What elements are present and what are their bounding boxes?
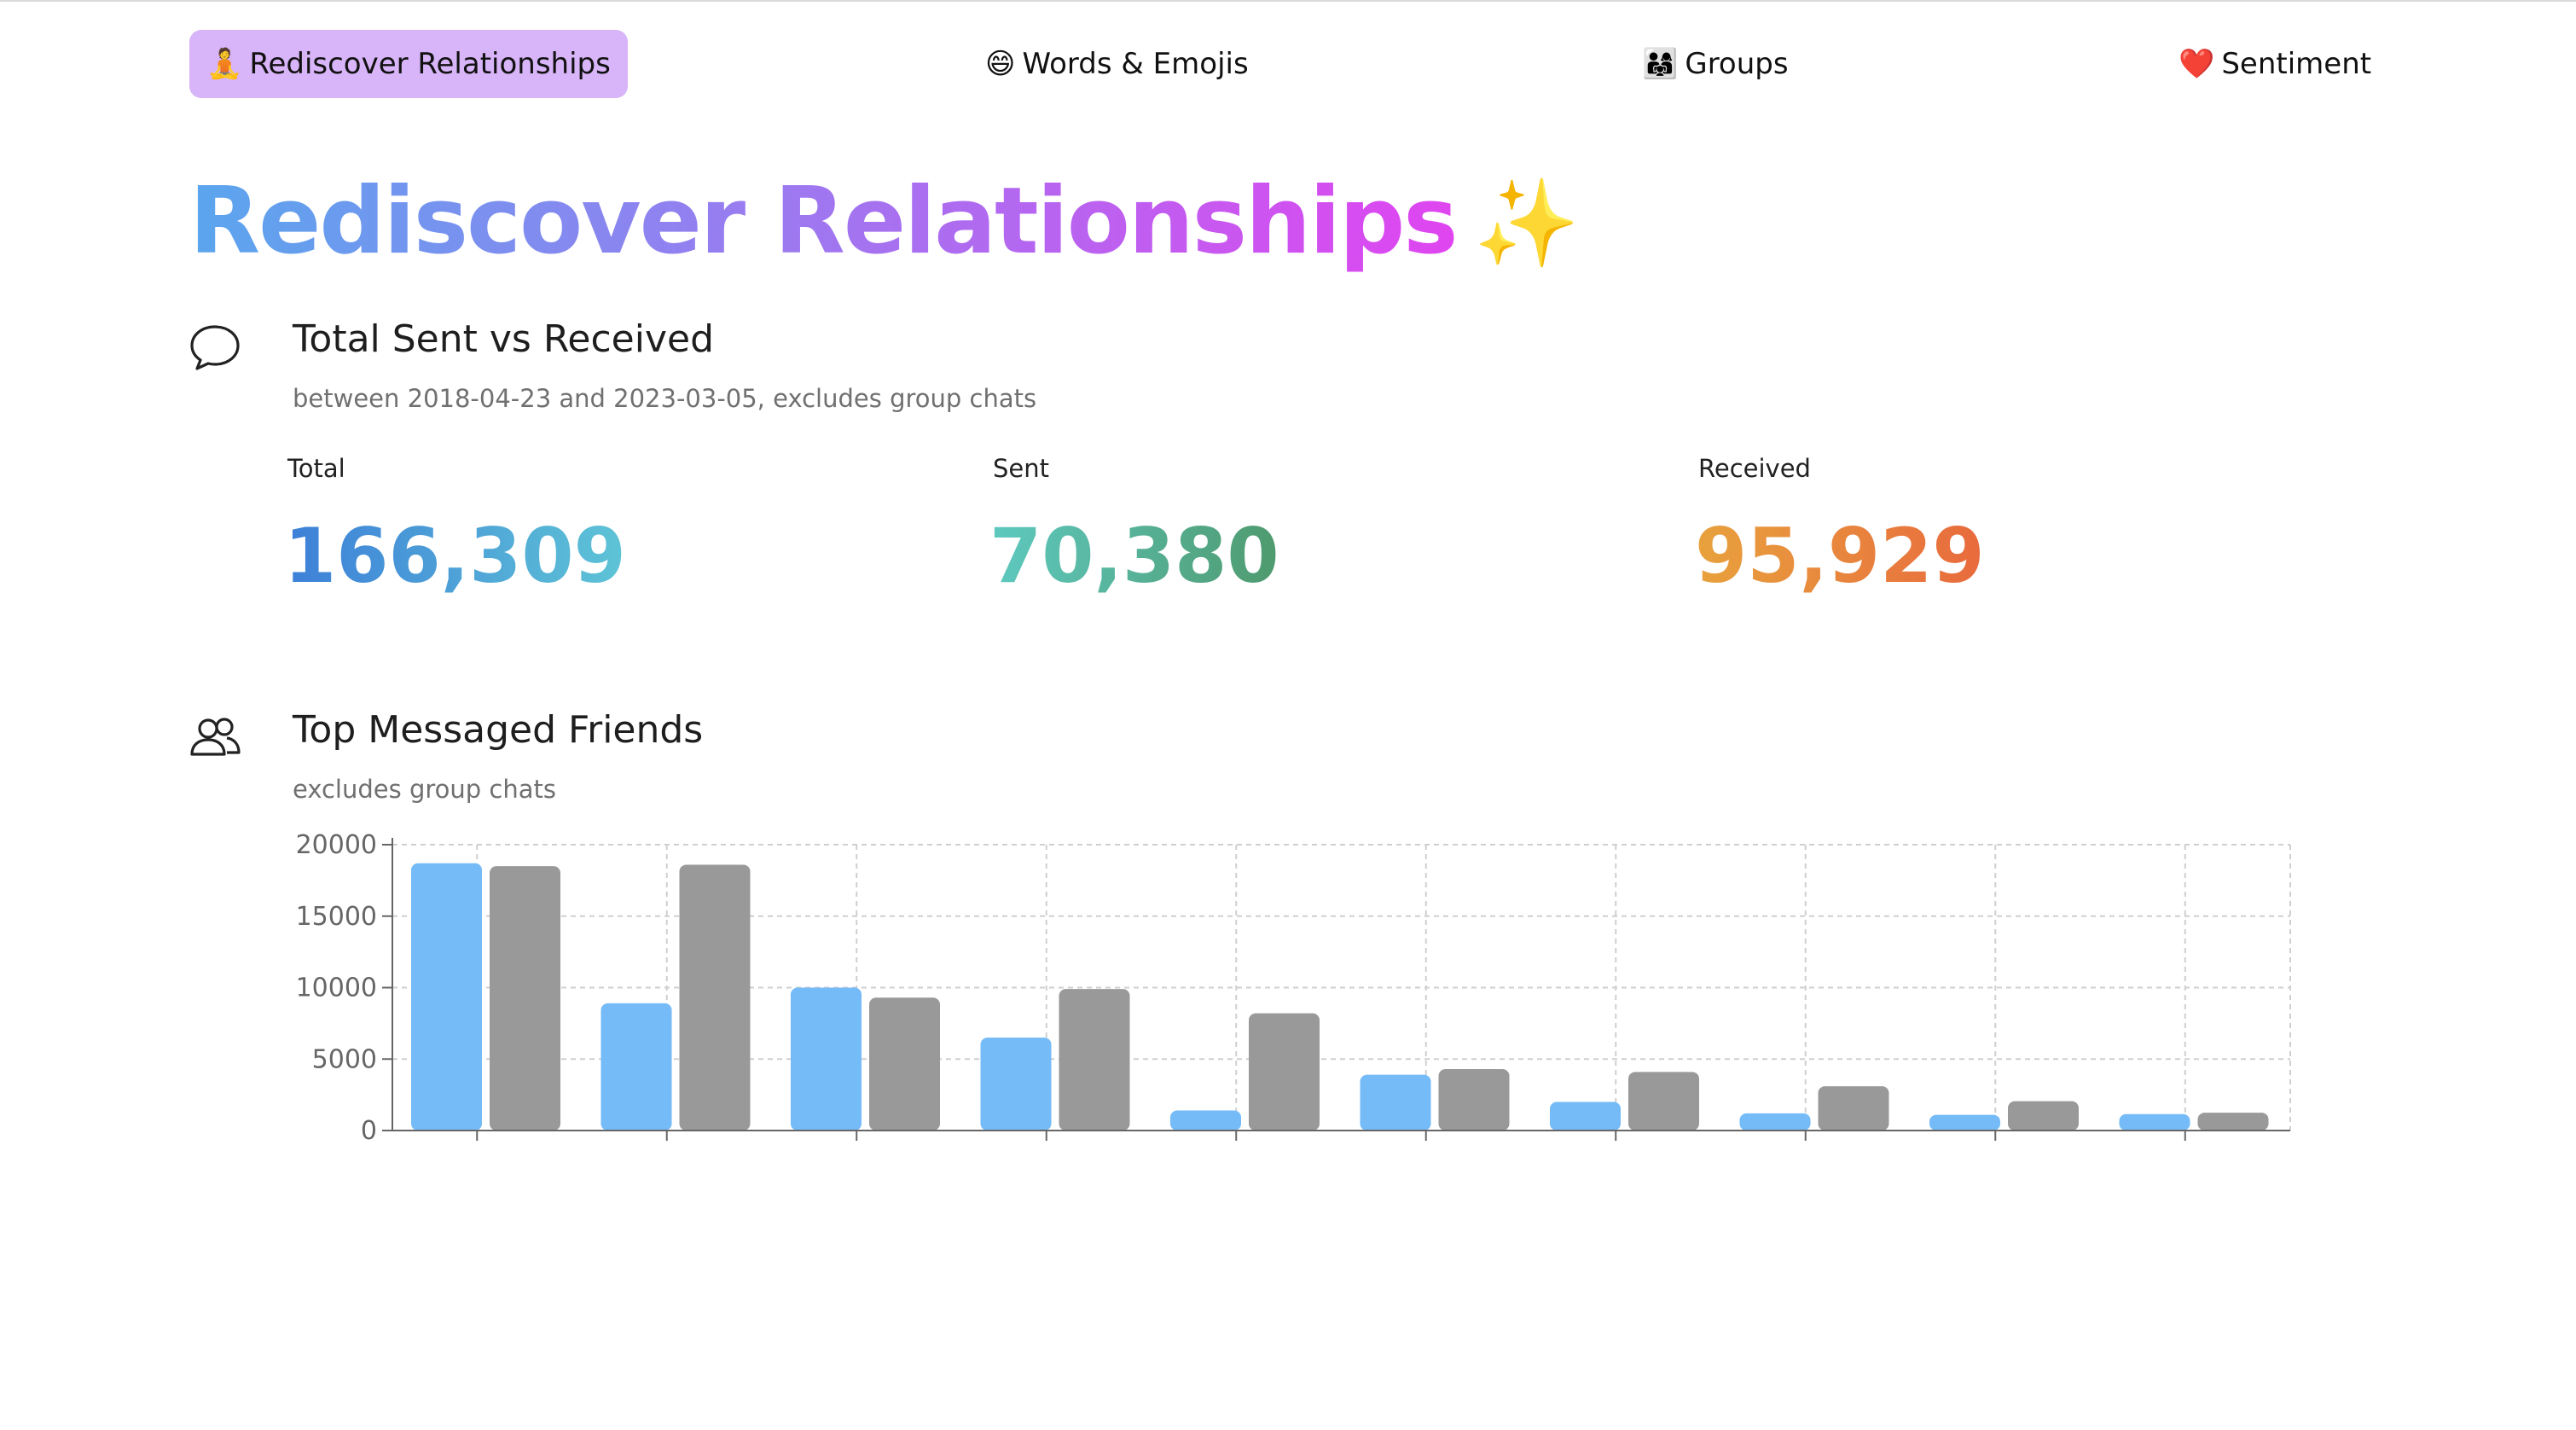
stat-total-label: Total	[287, 454, 345, 483]
bar-sent	[600, 1003, 672, 1131]
sent-received-subtitle: between 2018-04-23 and 2023-03-05, exclu…	[293, 384, 1037, 413]
bar-sent	[1170, 1110, 1241, 1131]
bar-sent	[2119, 1113, 2190, 1131]
bar-received	[1249, 1013, 1320, 1131]
stat-total-value: 166,309	[284, 512, 626, 600]
sparkles-icon: ✨	[1473, 173, 1581, 273]
top-friends-subtitle: excludes group chats	[293, 775, 556, 804]
bar-sent	[791, 987, 862, 1131]
bar-sent	[1929, 1114, 2000, 1131]
stat-received-label: Received	[1698, 454, 1811, 483]
stat-sent-label: Sent	[993, 454, 1050, 483]
page-title: Rediscover Relationships ✨	[189, 162, 1581, 282]
nav-tab-groups[interactable]: 👨‍👩‍👧 Groups	[1642, 30, 1789, 98]
stat-received-value: 95,929	[1695, 512, 1985, 600]
stat-sent-value: 70,380	[989, 512, 1279, 600]
y-tick-label: 5000	[312, 1044, 377, 1074]
y-tick-label: 20000	[296, 832, 377, 860]
nav-tab-rediscover-relationships[interactable]: 🧘 Rediscover Relationships	[189, 30, 628, 98]
nav-tab-label: Words & Emojis	[1022, 47, 1249, 81]
bar-sent	[980, 1038, 1052, 1131]
bar-received	[679, 864, 751, 1131]
nav-tab-sentiment[interactable]: ❤️ Sentiment	[2179, 30, 2371, 98]
heart-icon: ❤️	[2179, 47, 2215, 81]
bar-sent	[1550, 1102, 1621, 1131]
nav-tab-label: Groups	[1685, 47, 1789, 81]
users-icon	[190, 718, 241, 756]
top-nav: 🧘 Rediscover Relationships 😄 Words & Emoji…	[0, 0, 2576, 102]
bar-received	[1438, 1068, 1510, 1131]
bar-received	[1059, 989, 1130, 1131]
page-title-text: Rediscover Relationships	[189, 168, 1459, 275]
bar-received	[1818, 1086, 1889, 1131]
family-icon: 👨‍👩‍👧	[1642, 47, 1679, 81]
top-friends-chart: 0 5000 10000 15000 20000	[256, 832, 2320, 1430]
nav-tab-label: Rediscover Relationships	[249, 47, 611, 81]
top-friends-title: Top Messaged Friends	[293, 708, 704, 752]
bar-sent	[411, 863, 482, 1131]
y-tick-label: 10000	[296, 974, 377, 1003]
grinning-face-icon: 😄	[985, 47, 1016, 81]
nav-tab-words-emojis[interactable]: 😄 Words & Emojis	[985, 30, 1249, 98]
bar-sent	[1360, 1074, 1431, 1131]
bar-received	[2008, 1101, 2079, 1131]
chart-svg: 0 5000 10000 15000 20000	[296, 832, 2291, 1146]
bar-received	[869, 997, 940, 1131]
bar-received	[2197, 1113, 2269, 1131]
sent-received-title: Total Sent vs Received	[293, 317, 715, 361]
meditation-icon: 🧘	[206, 47, 243, 81]
bar-sent	[1739, 1113, 1811, 1131]
nav-tab-label: Sentiment	[2221, 47, 2372, 81]
y-tick-label: 0	[361, 1116, 377, 1146]
y-tick-label: 15000	[296, 902, 377, 932]
speech-bubble-icon	[190, 325, 240, 370]
bar-received	[1628, 1072, 1699, 1131]
bar-received	[490, 866, 560, 1131]
